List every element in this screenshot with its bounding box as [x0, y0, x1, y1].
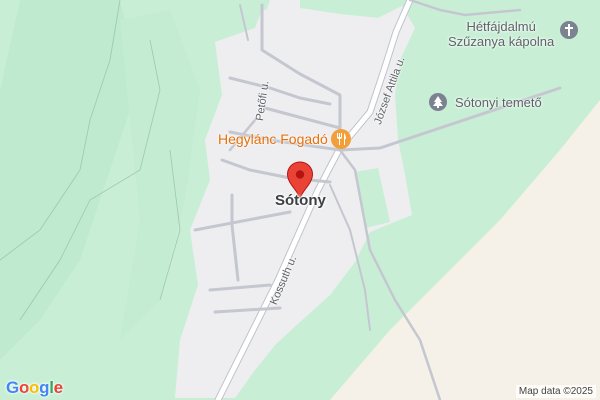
poi-chapel[interactable]: Hétfájdalmú Szűzanya kápolna — [448, 19, 554, 49]
poi-chapel-line1: Hétfájdalmú — [466, 19, 536, 34]
map-canvas[interactable]: József Attila u. Kossuth u. Petőfi u. Hé… — [0, 0, 600, 400]
place-name-label[interactable]: Sótony — [275, 192, 326, 209]
cross-icon[interactable] — [560, 21, 578, 39]
google-logo: Google — [6, 378, 63, 397]
map-attribution[interactable]: Map data ©2025 — [515, 385, 596, 398]
tree-memorial-icon[interactable] — [429, 93, 447, 111]
poi-chapel-line2: Szűzanya kápolna — [448, 34, 555, 49]
poi-cemetery-label[interactable]: Sótonyi temető — [455, 95, 542, 110]
poi-restaurant-label[interactable]: Hegylánc Fogadó — [218, 131, 328, 147]
fork-knife-icon[interactable] — [331, 129, 351, 149]
